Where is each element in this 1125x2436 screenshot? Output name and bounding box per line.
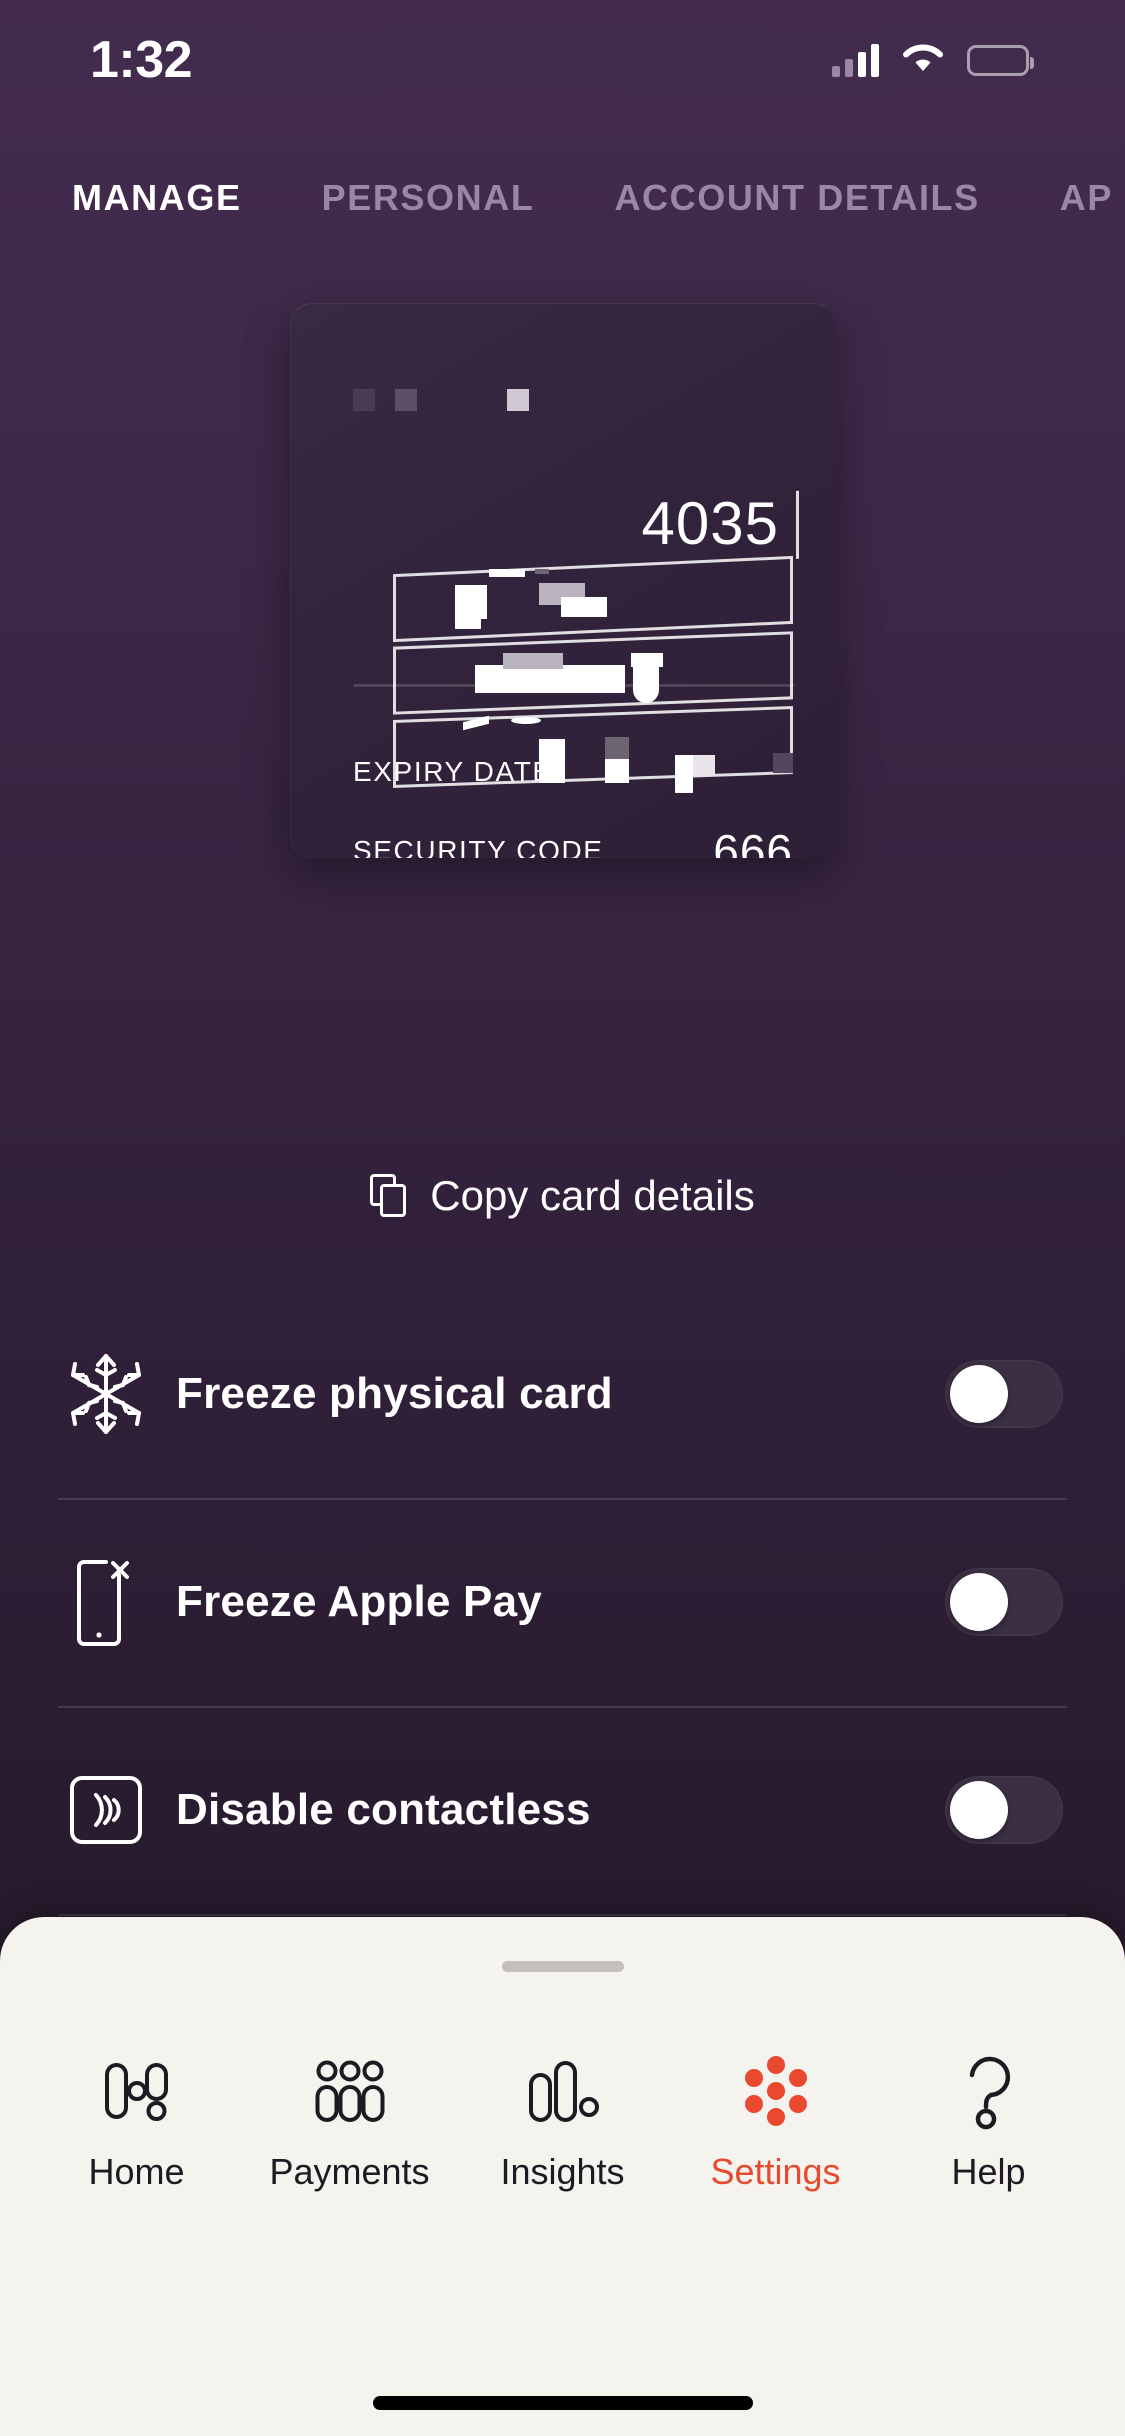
bank-card[interactable]: 4035 EXPIRY DATE SECURITY CODE 666 bbox=[290, 303, 835, 858]
contactless-icon bbox=[58, 1775, 154, 1845]
nav-label-insights: Insights bbox=[500, 2151, 625, 2192]
card-number-group-3 bbox=[393, 631, 793, 715]
nav-item-settings[interactable]: Settings bbox=[683, 2045, 869, 2193]
battery-icon bbox=[967, 44, 1034, 76]
card-number-group-2 bbox=[393, 555, 793, 643]
home-indicator bbox=[372, 2396, 753, 2410]
wifi-icon bbox=[901, 42, 945, 79]
tab-personal[interactable]: PERSONAL bbox=[322, 177, 535, 219]
security-code-value: 666 bbox=[713, 825, 793, 858]
card-brand-mark bbox=[353, 389, 529, 411]
setting-row-freeze-apple-pay[interactable]: Freeze Apple Pay bbox=[0, 1498, 1125, 1706]
tab-manage[interactable]: MANAGE bbox=[72, 177, 242, 219]
app-screen: 1:32 MANAGE PERSONAL ACCOUNT DETAILS AP bbox=[0, 0, 1125, 2436]
copy-card-details-label: Copy card details bbox=[430, 1172, 755, 1219]
card-expiry-row: EXPIRY DATE bbox=[353, 751, 793, 793]
card-container: 4035 EXPIRY DATE SECURITY CODE 666 bbox=[0, 303, 1125, 858]
cellular-signal-icon bbox=[832, 43, 879, 77]
nav-item-payments[interactable]: Payments bbox=[257, 2045, 443, 2193]
setting-row-freeze-physical-card[interactable]: Freeze physical card bbox=[0, 1290, 1125, 1498]
phone-x-icon bbox=[58, 1557, 154, 1647]
snowflake-icon bbox=[58, 1351, 154, 1437]
card-number: 4035 bbox=[393, 487, 799, 788]
bottom-navigation-bar[interactable]: Home Payments Insights Settings Help bbox=[0, 2045, 1125, 2193]
tab-account-details[interactable]: ACCOUNT DETAILS bbox=[614, 177, 979, 219]
status-bar-icons bbox=[832, 42, 1034, 79]
settings-icon bbox=[734, 2045, 818, 2137]
nav-label-home: Home bbox=[88, 2151, 185, 2192]
payments-icon bbox=[308, 2045, 392, 2137]
toggle-freeze-physical-card[interactable] bbox=[945, 1360, 1063, 1428]
card-number-group-1: 4035 bbox=[393, 487, 799, 561]
card-divider bbox=[353, 684, 795, 687]
tab-apple-pay[interactable]: AP bbox=[1060, 177, 1113, 219]
nav-item-insights[interactable]: Insights bbox=[470, 2045, 656, 2193]
nav-item-home[interactable]: Home bbox=[44, 2045, 230, 2193]
card-security-row: SECURITY CODE 666 bbox=[353, 825, 793, 858]
bottom-sheet: Home Payments Insights Settings Help bbox=[0, 1917, 1125, 2436]
setting-label-disable-contactless: Disable contactless bbox=[176, 1785, 591, 1834]
nav-label-help: Help bbox=[951, 2151, 1026, 2192]
security-code-label: SECURITY CODE bbox=[353, 835, 604, 858]
home-icon bbox=[95, 2045, 179, 2137]
toggle-freeze-apple-pay[interactable] bbox=[945, 1568, 1063, 1636]
nav-label-payments: Payments bbox=[269, 2151, 430, 2192]
copy-card-details-button[interactable]: Copy card details bbox=[0, 1172, 1125, 1220]
status-bar: 1:32 bbox=[0, 0, 1125, 120]
toggle-disable-contactless[interactable] bbox=[945, 1776, 1063, 1844]
setting-row-disable-contactless[interactable]: Disable contactless bbox=[0, 1706, 1125, 1914]
help-icon bbox=[947, 2045, 1031, 2137]
insights-icon bbox=[521, 2045, 605, 2137]
setting-label-freeze-physical-card: Freeze physical card bbox=[176, 1369, 613, 1418]
setting-label-freeze-apple-pay: Freeze Apple Pay bbox=[176, 1577, 542, 1626]
nav-item-help[interactable]: Help bbox=[896, 2045, 1082, 2193]
expiry-date-value-redacted bbox=[675, 751, 793, 793]
top-tab-bar[interactable]: MANAGE PERSONAL ACCOUNT DETAILS AP bbox=[0, 163, 1125, 233]
expiry-date-label: EXPIRY DATE bbox=[353, 756, 553, 787]
sheet-grab-handle[interactable] bbox=[501, 1961, 624, 1972]
status-bar-time: 1:32 bbox=[90, 31, 193, 89]
copy-icon bbox=[370, 1174, 408, 1218]
nav-label-settings: Settings bbox=[710, 2151, 841, 2192]
